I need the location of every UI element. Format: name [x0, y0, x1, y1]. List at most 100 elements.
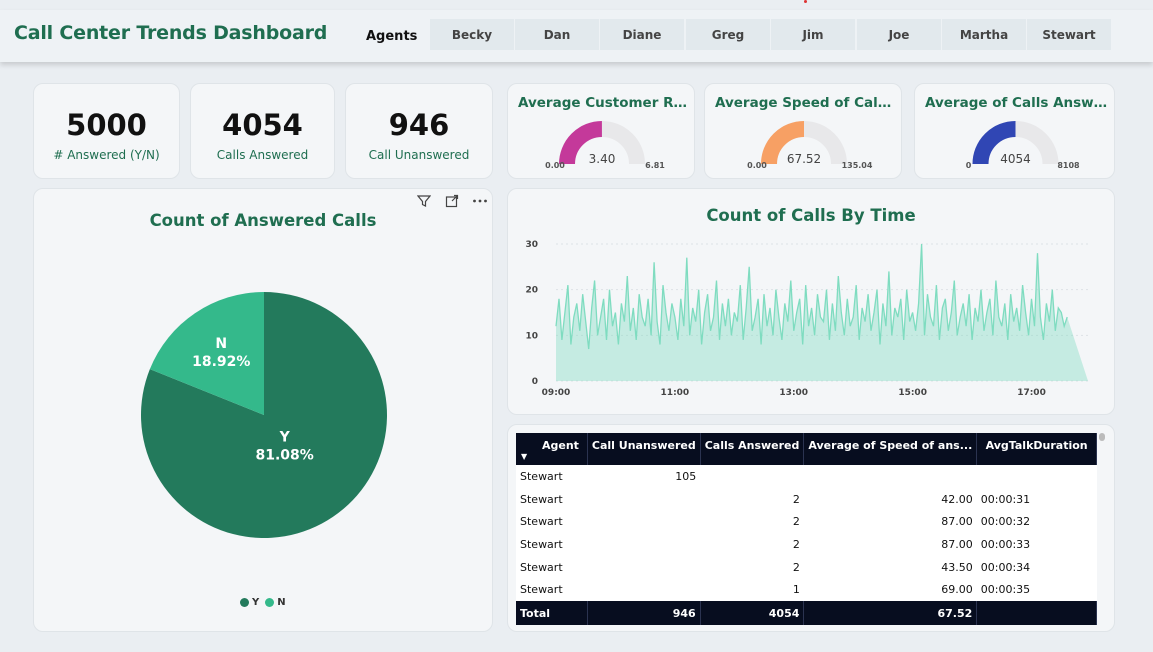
calls-by-time-panel[interactable]: Count of Calls By Time 0 10 20 30 09:00 11:00…	[507, 188, 1115, 415]
total-call-unanswered: 946	[587, 601, 701, 626]
gauge-card-customer-rating[interactable]: Average Customer Rati... 3.400.006.81	[507, 83, 695, 179]
kpi-value: 4054	[222, 108, 303, 142]
focus-mode-icon[interactable]	[441, 191, 463, 211]
cell-avg-talk	[976, 465, 1097, 488]
indicator-dot	[804, 0, 807, 3]
table-row[interactable]: Stewart 1 69.00 00:00:35	[516, 578, 1097, 602]
gauge-min: 0.00	[545, 161, 565, 170]
agent-button-becky[interactable]: Becky	[430, 19, 514, 50]
gauge-svg: 67.52 0.00 135.04	[747, 121, 873, 170]
cell-avg-speed: 87.00	[803, 533, 977, 556]
cell-avg-speed: 43.50	[803, 555, 977, 579]
cell-call-unanswered	[587, 578, 701, 602]
kpi-value: 5000	[66, 108, 147, 142]
x-tick-label: 17:00	[1017, 388, 1046, 398]
gauge-min: 0	[966, 161, 972, 170]
cell-avg-speed: 42.00	[803, 487, 977, 511]
cell-agent: Stewart	[516, 533, 588, 556]
cell-avg-talk: 00:00:34	[976, 555, 1097, 579]
table-row[interactable]: Stewart 2 87.00 00:00:33	[516, 533, 1097, 556]
col-header-avg-talk-duration[interactable]: AvgTalkDuration	[976, 433, 1097, 465]
cell-avg-speed	[803, 465, 977, 488]
agents-label: Agents	[366, 29, 418, 44]
agent-button-greg[interactable]: Greg	[686, 19, 770, 50]
y-tick-label: 20	[525, 286, 538, 296]
cell-agent: Stewart	[516, 465, 588, 488]
cell-calls-answered: 2	[700, 510, 804, 534]
y-tick-label: 10	[525, 331, 538, 341]
cell-agent: Stewart	[516, 487, 588, 511]
cell-calls-answered: 2	[700, 487, 804, 511]
cell-avg-talk: 00:00:35	[976, 578, 1097, 602]
kpi-label: Calls Answered	[216, 148, 309, 162]
agent-button-jim[interactable]: Jim	[771, 19, 855, 50]
header-bar: Call Center Trends Dashboard Agents Beck…	[0, 10, 1153, 62]
filter-icon[interactable]	[413, 191, 435, 211]
pie-chart-panel[interactable]: Count of Answered Calls Y 81.08% N 18.92%	[33, 188, 493, 632]
agent-button-martha[interactable]: Martha	[942, 19, 1026, 50]
gauge-svg: 3.40 0.00 6.81	[545, 121, 665, 170]
kpi-card-calls-unanswered[interactable]: 946 Call Unanswered	[345, 83, 493, 179]
pie-chart: Y 81.08% N 18.92%	[141, 292, 387, 538]
col-header-calls-answered[interactable]: Calls Answered	[700, 433, 805, 465]
col-header-call-unanswered[interactable]: Call Unanswered	[587, 433, 701, 465]
col-header-avg-speed[interactable]: Average of Speed of ans...	[803, 433, 978, 465]
col-header-agent[interactable]: Agent ▼	[516, 433, 588, 465]
cell-call-unanswered	[587, 510, 701, 534]
kpi-label: # Answered (Y/N)	[53, 148, 160, 162]
x-tick-label: 11:00	[661, 388, 690, 398]
agent-button-joe[interactable]: Joe	[857, 19, 941, 50]
legend-y-swatch	[240, 598, 249, 607]
sort-desc-icon: ▼	[521, 452, 528, 461]
gauge-min: 0.00	[747, 161, 767, 170]
x-tick-label: 13:00	[779, 388, 808, 398]
total-avg-talk	[976, 601, 1097, 626]
agent-table: Agent ▼ Call Unanswered Calls Answered Av…	[516, 433, 1097, 626]
pie-legend: Y N	[240, 597, 286, 608]
gauge-value: 3.40	[589, 152, 616, 166]
table-scrollbar[interactable]	[1099, 433, 1105, 441]
gauge-svg: 4054 0 8108	[966, 121, 1080, 170]
kpi-card-answered-total[interactable]: 5000 # Answered (Y/N)	[33, 83, 180, 179]
legend-n-swatch	[265, 598, 275, 607]
y-tick-label: 30	[525, 240, 538, 250]
cell-call-unanswered	[587, 487, 701, 511]
agent-button-dan[interactable]: Dan	[515, 19, 599, 50]
page-title: Call Center Trends Dashboard	[14, 22, 328, 44]
gauge-max: 135.04	[842, 161, 873, 170]
kpi-label: Call Unanswered	[368, 148, 470, 162]
pie-percent-y: 81.08%	[256, 448, 314, 464]
table-row[interactable]: Stewart 2 42.00 00:00:31	[516, 487, 1097, 511]
cell-agent: Stewart	[516, 578, 588, 602]
cell-avg-talk: 00:00:31	[976, 487, 1097, 511]
kpi-value: 946	[388, 108, 450, 142]
table-row[interactable]: Stewart 2 43.50 00:00:34	[516, 555, 1097, 579]
cell-call-unanswered: 105	[587, 465, 701, 488]
legend-n-label: N	[277, 597, 286, 608]
table-row[interactable]: Stewart 2 87.00 00:00:32	[516, 510, 1097, 534]
agent-button-stewart[interactable]: Stewart	[1027, 19, 1111, 50]
pie-percent-n: 18.92%	[192, 354, 250, 370]
area-fill	[556, 244, 1088, 381]
gauge-card-speed-of-answer[interactable]: Average Speed of Call A... 67.52 0.00 135.…	[704, 83, 902, 179]
cell-calls-answered: 2	[700, 533, 804, 556]
area-chart: 0 10 20 30 09:00 11:00 13:00 15:00 17:00	[525, 240, 1088, 398]
kpi-card-calls-answered[interactable]: 4054 Calls Answered	[190, 83, 335, 179]
table-total-row: Total 946 4054 67.52	[516, 601, 1097, 626]
cell-avg-speed: 69.00	[803, 578, 977, 602]
cell-calls-answered	[700, 465, 804, 488]
total-calls-answered: 4054	[700, 601, 805, 626]
more-options-icon[interactable]	[469, 191, 491, 211]
pie-label-n: N	[215, 336, 227, 352]
agent-button-diane[interactable]: Diane	[600, 19, 684, 50]
cell-avg-talk: 00:00:32	[976, 510, 1097, 534]
table-row[interactable]: Stewart 105	[516, 465, 1097, 488]
y-tick-label: 0	[532, 377, 538, 387]
gauge-max: 6.81	[645, 161, 665, 170]
x-tick-label: 15:00	[898, 388, 927, 398]
cell-calls-answered: 1	[700, 578, 804, 602]
total-avg-speed: 67.52	[803, 601, 978, 626]
cell-call-unanswered	[587, 555, 701, 579]
legend-y-label: Y	[252, 597, 260, 608]
gauge-card-calls-answered[interactable]: Average of Calls Answered 4054 0 8108	[914, 83, 1115, 179]
